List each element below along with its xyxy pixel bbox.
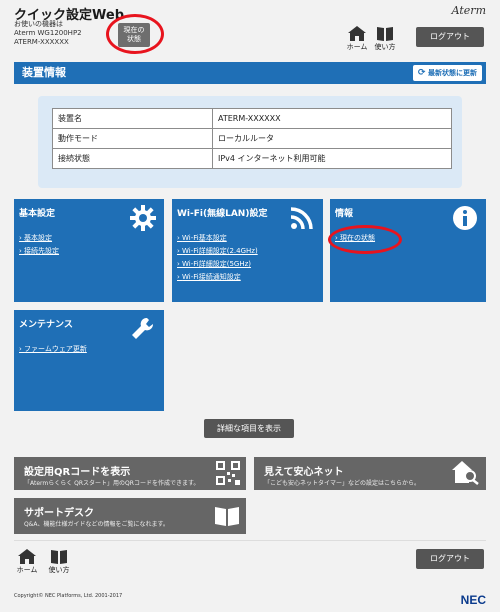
- card-title: 設定用QRコードを表示: [24, 467, 131, 478]
- footer-help-button[interactable]: 使い方: [48, 549, 70, 575]
- nec-logo: NEC: [460, 593, 486, 607]
- link-connection-settings[interactable]: 接続先設定: [19, 246, 59, 256]
- table-value: ローカルルータ: [212, 128, 452, 149]
- gear-icon: [130, 205, 156, 231]
- refresh-button[interactable]: ⟳ 最新状態に更新: [413, 65, 482, 81]
- logout-button[interactable]: ログアウト: [416, 27, 484, 47]
- device-label: お使いの機器は: [14, 20, 63, 28]
- card-support-desk[interactable]: サポートデスク Q&A、機能仕様ガイドなどの情報をご覧になれます。: [14, 498, 246, 534]
- qr-code-icon: [216, 461, 240, 485]
- tile-title: 基本設定: [19, 209, 56, 219]
- card-desc: 「Atermらくらく QRスタート」用のQRコードを作成できます。: [24, 480, 200, 487]
- tile-links: 基本設定 接続先設定: [19, 233, 59, 259]
- help-button[interactable]: 使い方: [374, 26, 396, 52]
- tile-links: 現在の状態: [335, 233, 375, 246]
- link-wifi-detail-5[interactable]: Wi-Fi詳細設定(5GHz): [177, 259, 258, 269]
- device-model: Aterm WG1200HP2: [14, 29, 82, 37]
- book-icon: [51, 550, 67, 564]
- wifi-icon: [290, 207, 313, 230]
- footer-home-button[interactable]: ホーム: [16, 549, 38, 575]
- card-desc: 「こども安心ネットタイマー」などの設定はこちらから。: [264, 480, 421, 487]
- tile-links: ファームウェア更新: [19, 344, 87, 357]
- help-label: 使い方: [48, 566, 70, 574]
- link-wifi-basic[interactable]: Wi-Fi基本設定: [177, 233, 258, 243]
- book-icon: [377, 27, 393, 41]
- table-key: 接続状態: [52, 148, 213, 169]
- tile-wifi-settings: Wi-Fi(無線LAN)設定 Wi-Fi基本設定 Wi-Fi詳細設定(2.4GH…: [172, 199, 323, 302]
- home-label: ホーム: [16, 566, 38, 574]
- device-info-table: 装置名 ATERM-XXXXXX 動作モード ローカルルータ 接続状態 IPv4…: [52, 108, 452, 169]
- help-label: 使い方: [374, 43, 396, 51]
- device-info-title: 装置情報: [22, 66, 66, 79]
- table-key: 装置名: [52, 108, 213, 129]
- device-info-header: 装置情報 ⟳ 最新状態に更新: [14, 62, 486, 84]
- copyright: Copyright© NEC Platforms, Ltd. 2001-2017: [14, 593, 123, 599]
- tile-title: Wi-Fi(無線LAN)設定: [177, 209, 268, 219]
- tile-title: メンテナンス: [19, 320, 73, 330]
- info-icon: [453, 206, 477, 230]
- link-basic-settings[interactable]: 基本設定: [19, 233, 59, 243]
- tile-basic-settings: 基本設定 基本設定 接続先設定: [14, 199, 164, 302]
- link-firmware-update[interactable]: ファームウェア更新: [19, 344, 87, 354]
- current-status-button-label: 現在の状態: [123, 26, 145, 43]
- link-current-status[interactable]: 現在の状態: [335, 233, 375, 243]
- link-wifi-notify[interactable]: Wi-Fi接続通知設定: [177, 272, 258, 282]
- tile-maintenance: メンテナンス ファームウェア更新: [14, 310, 164, 411]
- table-value: ATERM-XXXXXX: [212, 108, 452, 129]
- card-qr-code[interactable]: 設定用QRコードを表示 「Atermらくらく QRスタート」用のQRコードを作成…: [14, 457, 246, 490]
- footer-logout-button[interactable]: ログアウト: [416, 549, 484, 569]
- house-search-icon: [452, 461, 479, 485]
- table-key: 動作モード: [52, 128, 213, 149]
- table-value: IPv4 インターネット利用可能: [212, 148, 452, 169]
- card-desc: Q&A、機能仕様ガイドなどの情報をご覧になれます。: [24, 521, 169, 528]
- tile-links: Wi-Fi基本設定 Wi-Fi詳細設定(2.4GHz) Wi-Fi詳細設定(5G…: [177, 233, 258, 285]
- home-icon: [348, 26, 366, 41]
- device-info-panel: 装置名 ATERM-XXXXXX 動作モード ローカルルータ 接続状態 IPv4…: [38, 96, 462, 188]
- card-title: サポートデスク: [24, 508, 94, 519]
- card-title: 見えて安心ネット: [264, 467, 344, 478]
- table-row: 装置名 ATERM-XXXXXX: [52, 108, 452, 129]
- tile-info: 情報 現在の状態: [330, 199, 486, 302]
- home-button[interactable]: ホーム: [346, 26, 368, 52]
- aterm-logo: Aterm: [451, 4, 486, 17]
- footer-divider: [14, 540, 486, 541]
- table-row: 動作モード ローカルルータ: [52, 128, 452, 149]
- refresh-label: 最新状態に更新: [428, 69, 477, 77]
- card-safety-net[interactable]: 見えて安心ネット 「こども安心ネットタイマー」などの設定はこちらから。: [254, 457, 486, 490]
- current-status-button[interactable]: 現在の状態: [118, 23, 150, 47]
- link-wifi-detail-24[interactable]: Wi-Fi詳細設定(2.4GHz): [177, 246, 258, 256]
- show-detail-button[interactable]: 詳細な項目を表示: [204, 419, 294, 438]
- wrench-icon: [132, 317, 154, 339]
- refresh-icon: ⟳: [418, 68, 426, 78]
- home-label: ホーム: [346, 43, 368, 51]
- device-name: ATERM-XXXXXX: [14, 38, 69, 46]
- home-icon: [18, 549, 36, 564]
- table-row: 接続状態 IPv4 インターネット利用可能: [52, 148, 452, 169]
- book-icon: [215, 507, 239, 526]
- tile-title: 情報: [335, 209, 354, 219]
